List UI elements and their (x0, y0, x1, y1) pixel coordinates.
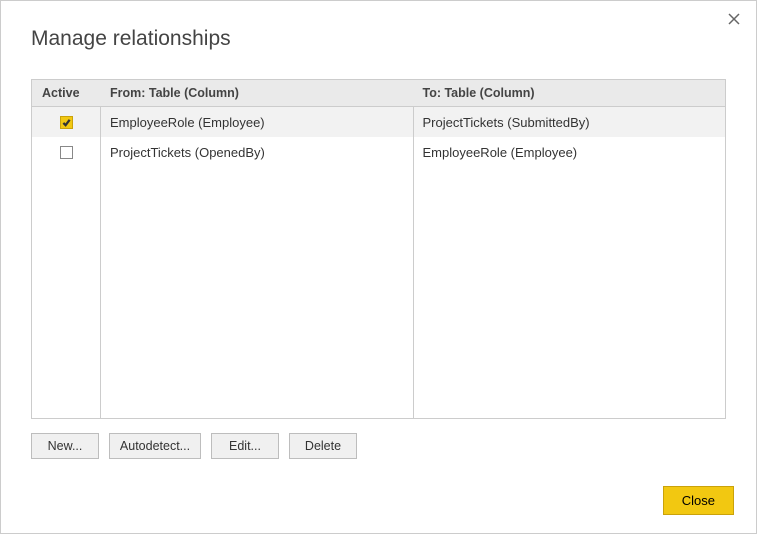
table-header-row: Active From: Table (Column) To: Table (C… (32, 80, 725, 107)
table-row[interactable]: ProjectTickets (OpenedBy)EmployeeRole (E… (32, 137, 725, 167)
close-button[interactable]: Close (663, 486, 734, 515)
to-cell: ProjectTickets (SubmittedBy) (413, 109, 726, 136)
table-row[interactable]: EmployeeRole (Employee)ProjectTickets (S… (32, 107, 725, 137)
column-header-to[interactable]: To: Table (Column) (413, 80, 726, 106)
from-cell: ProjectTickets (OpenedBy) (100, 139, 413, 166)
column-header-active[interactable]: Active (32, 80, 100, 106)
table-body: EmployeeRole (Employee)ProjectTickets (S… (32, 107, 725, 418)
to-cell: EmployeeRole (Employee) (413, 139, 726, 166)
active-checkbox[interactable] (60, 116, 73, 129)
delete-button[interactable]: Delete (289, 433, 357, 459)
column-divider (100, 107, 101, 418)
relationships-table: Active From: Table (Column) To: Table (C… (31, 79, 726, 419)
active-cell (32, 140, 100, 165)
close-icon[interactable] (722, 7, 746, 31)
active-checkbox[interactable] (60, 146, 73, 159)
edit-button[interactable]: Edit... (211, 433, 279, 459)
column-divider (413, 107, 414, 418)
dialog-footer: Close (663, 486, 734, 515)
new-button[interactable]: New... (31, 433, 99, 459)
active-cell (32, 110, 100, 135)
autodetect-button[interactable]: Autodetect... (109, 433, 201, 459)
action-button-row: New... Autodetect... Edit... Delete (31, 433, 726, 459)
from-cell: EmployeeRole (Employee) (100, 109, 413, 136)
dialog-title: Manage relationships (1, 1, 756, 65)
column-header-from[interactable]: From: Table (Column) (100, 80, 413, 106)
manage-relationships-dialog: Manage relationships Active From: Table … (0, 0, 757, 534)
